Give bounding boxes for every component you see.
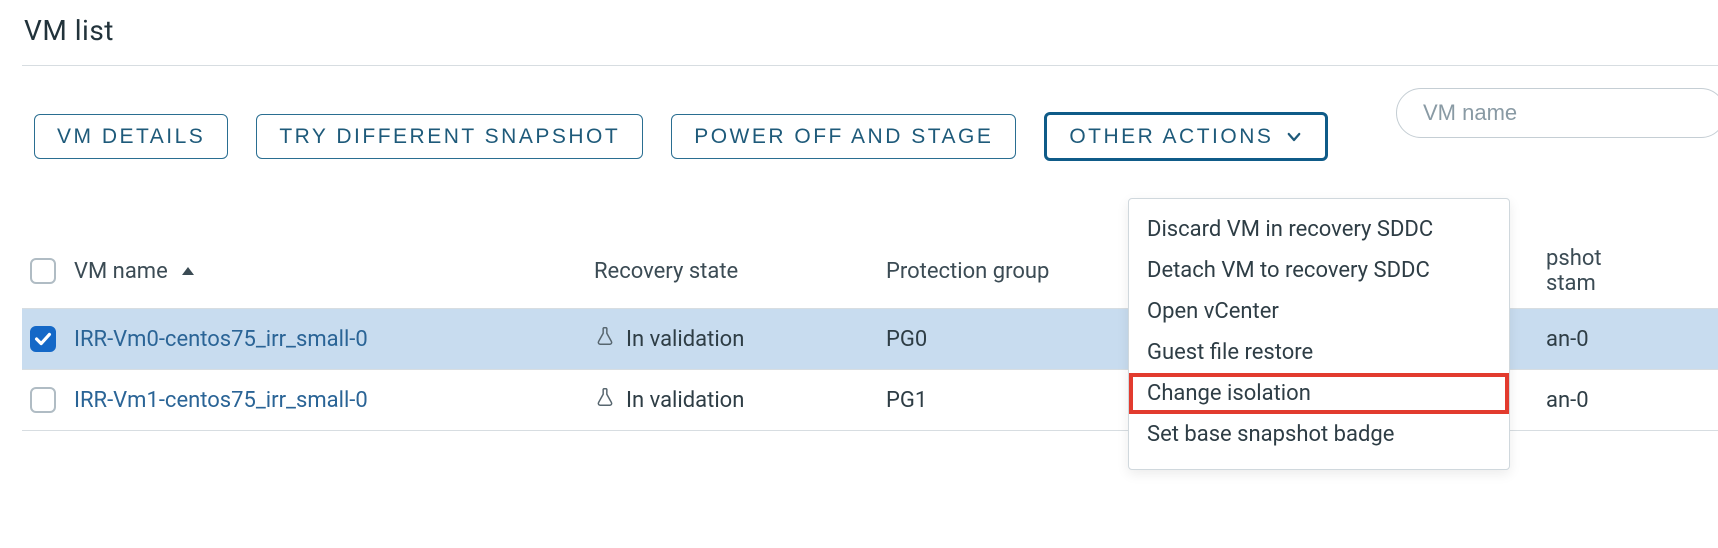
try-different-snapshot-button[interactable]: TRY DIFFERENT SNAPSHOT [256,114,643,159]
other-actions-label: OTHER ACTIONS [1069,125,1273,149]
menu-item-guest-file-restore[interactable]: Guest file restore [1129,332,1509,373]
title-divider [22,65,1718,66]
column-header-vm-name[interactable]: VM name [74,259,594,284]
column-header-recovery-state[interactable]: Recovery state [594,259,886,284]
column-header-label: VM name [74,259,168,284]
menu-item-change-isolation[interactable]: Change isolation [1129,373,1509,414]
recovery-state-text: In validation [626,327,744,352]
recovery-state-text: In validation [626,388,744,413]
column-header-protection-group[interactable]: Protection group [886,259,1146,284]
row-checkbox[interactable] [30,387,56,413]
row-checkbox[interactable] [30,326,56,352]
flask-icon [594,386,616,414]
chevron-down-icon [1285,128,1303,146]
menu-item-set-base-snapshot-badge[interactable]: Set base snapshot badge [1129,414,1509,455]
vm-name-link[interactable]: IRR-Vm0-centos75_irr_small-0 [74,327,368,352]
vm-name-link[interactable]: IRR-Vm1-centos75_irr_small-0 [74,388,368,413]
other-actions-button[interactable]: OTHER ACTIONS [1044,112,1328,161]
select-all-checkbox[interactable] [30,258,56,284]
menu-item-discard-vm-in-recovery-sddc[interactable]: Discard VM in recovery SDDC [1129,209,1509,250]
sort-asc-icon [182,267,194,275]
search-input[interactable] [1421,99,1695,127]
protection-group-text: PG0 [886,327,1146,352]
vm-details-button[interactable]: VM DETAILS [34,114,228,159]
vm-name-search[interactable] [1396,88,1718,138]
page-title: VM list [24,14,1718,47]
other-actions-menu: Discard VM in recovery SDDCDetach VM to … [1128,198,1510,470]
power-off-and-stage-button[interactable]: POWER OFF AND STAGE [671,114,1016,159]
menu-item-detach-vm-to-recovery-sddc[interactable]: Detach VM to recovery SDDC [1129,250,1509,291]
protection-group-text: PG1 [886,388,1146,413]
flask-icon [594,325,616,353]
menu-item-open-vcenter[interactable]: Open vCenter [1129,291,1509,332]
